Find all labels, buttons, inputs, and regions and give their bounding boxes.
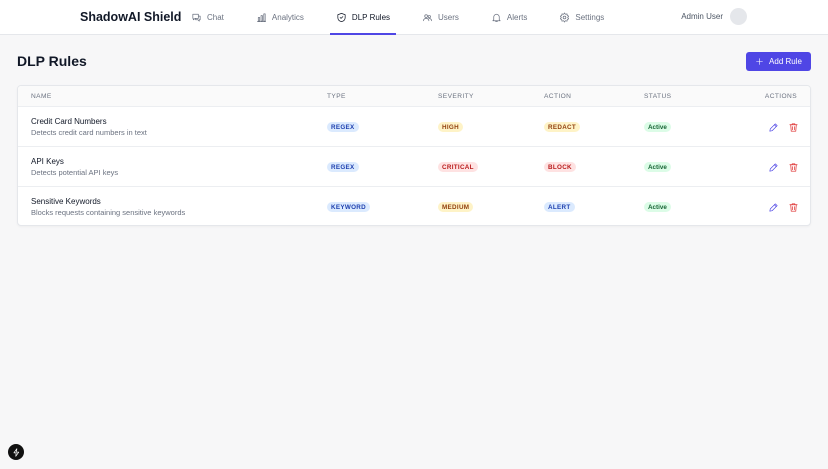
column-header-type: TYPE: [327, 93, 346, 100]
user-name: Admin User: [681, 12, 723, 21]
nav-item-settings[interactable]: Settings: [553, 0, 610, 35]
nav-item-dlp-rules[interactable]: DLP Rules: [329, 0, 397, 35]
nav-label: Analytics: [271, 13, 304, 22]
nav-label: Alerts: [506, 13, 528, 22]
action-badge: REDACT: [544, 122, 581, 132]
shield-icon: [337, 13, 346, 22]
rule-description: Detects potential API keys: [31, 168, 119, 177]
bell-icon: [492, 13, 501, 22]
pencil-icon: [769, 163, 778, 172]
users-icon: [423, 14, 433, 22]
nav-label: Settings: [575, 13, 605, 22]
severity-badge: HIGH: [438, 122, 463, 132]
nav-label: Users: [438, 13, 459, 22]
nav-item-analytics[interactable]: Analytics: [250, 0, 310, 35]
edit-button[interactable]: [768, 160, 780, 172]
page-title: DLP Rules: [17, 53, 87, 69]
nav-label: DLP Rules: [351, 13, 391, 22]
floating-action-button[interactable]: [8, 444, 24, 460]
chat-icon: [192, 13, 201, 22]
severity-badge: CRITICAL: [438, 162, 478, 172]
table-row: Credit Card Numbers Detects credit card …: [18, 107, 810, 147]
pencil-icon: [769, 123, 778, 132]
rules-table: NAME TYPE SEVERITY ACTION STATUS ACTIONS…: [17, 85, 811, 226]
bar-chart-icon: [256, 13, 266, 22]
nav-label: Chat: [207, 13, 224, 22]
column-header-actions: ACTIONS: [764, 93, 797, 100]
nav-item-chat[interactable]: Chat: [185, 0, 230, 35]
action-badge: BLOCK: [544, 162, 576, 172]
edit-button[interactable]: [768, 120, 780, 132]
column-header-action: ACTION: [544, 93, 572, 100]
nav-item-users[interactable]: Users: [416, 0, 465, 35]
trash-icon: [789, 163, 798, 172]
brand-logo-text[interactable]: ShadowAI Shield: [80, 10, 181, 24]
avatar[interactable]: [730, 8, 747, 25]
pencil-icon: [769, 203, 778, 212]
status-badge: Active: [644, 202, 671, 212]
delete-button[interactable]: [788, 120, 800, 132]
add-rule-label: Add Rule: [769, 57, 802, 66]
rule-name: Sensitive Keywords: [31, 197, 101, 206]
status-badge: Active: [644, 162, 671, 172]
column-header-status: STATUS: [644, 93, 672, 100]
table-row: API Keys Detects potential API keys REGE…: [18, 147, 810, 187]
table-header: NAME TYPE SEVERITY ACTION STATUS ACTIONS: [18, 86, 810, 107]
column-header-severity: SEVERITY: [438, 93, 474, 100]
type-badge: REGEX: [327, 162, 359, 172]
type-badge: REGEX: [327, 122, 359, 132]
user-menu[interactable]: Admin User: [681, 8, 747, 25]
main-nav: Chat Analytics DLP Rules Users Alerts Se…: [185, 0, 630, 35]
trash-icon: [789, 203, 798, 212]
trash-icon: [789, 123, 798, 132]
delete-button[interactable]: [788, 160, 800, 172]
table-row: Sensitive Keywords Blocks requests conta…: [18, 187, 810, 225]
type-badge: KEYWORD: [327, 202, 370, 212]
severity-badge: MEDIUM: [438, 202, 474, 212]
nav-item-alerts[interactable]: Alerts: [485, 0, 533, 35]
action-badge: ALERT: [544, 202, 575, 212]
rule-name: Credit Card Numbers: [31, 117, 107, 126]
edit-button[interactable]: [768, 200, 780, 212]
column-header-name: NAME: [31, 93, 52, 100]
status-badge: Active: [644, 122, 671, 132]
rule-description: Detects credit card numbers in text: [31, 128, 147, 137]
top-navbar: ShadowAI Shield Chat Analytics DLP Rules…: [0, 0, 828, 35]
gear-icon: [560, 12, 570, 23]
add-rule-button[interactable]: Add Rule: [746, 52, 811, 71]
delete-button[interactable]: [788, 200, 800, 212]
rule-description: Blocks requests containing sensitive key…: [31, 208, 186, 217]
plus-icon: [756, 58, 763, 65]
rule-name: API Keys: [31, 157, 64, 166]
lightning-icon: [13, 447, 19, 457]
